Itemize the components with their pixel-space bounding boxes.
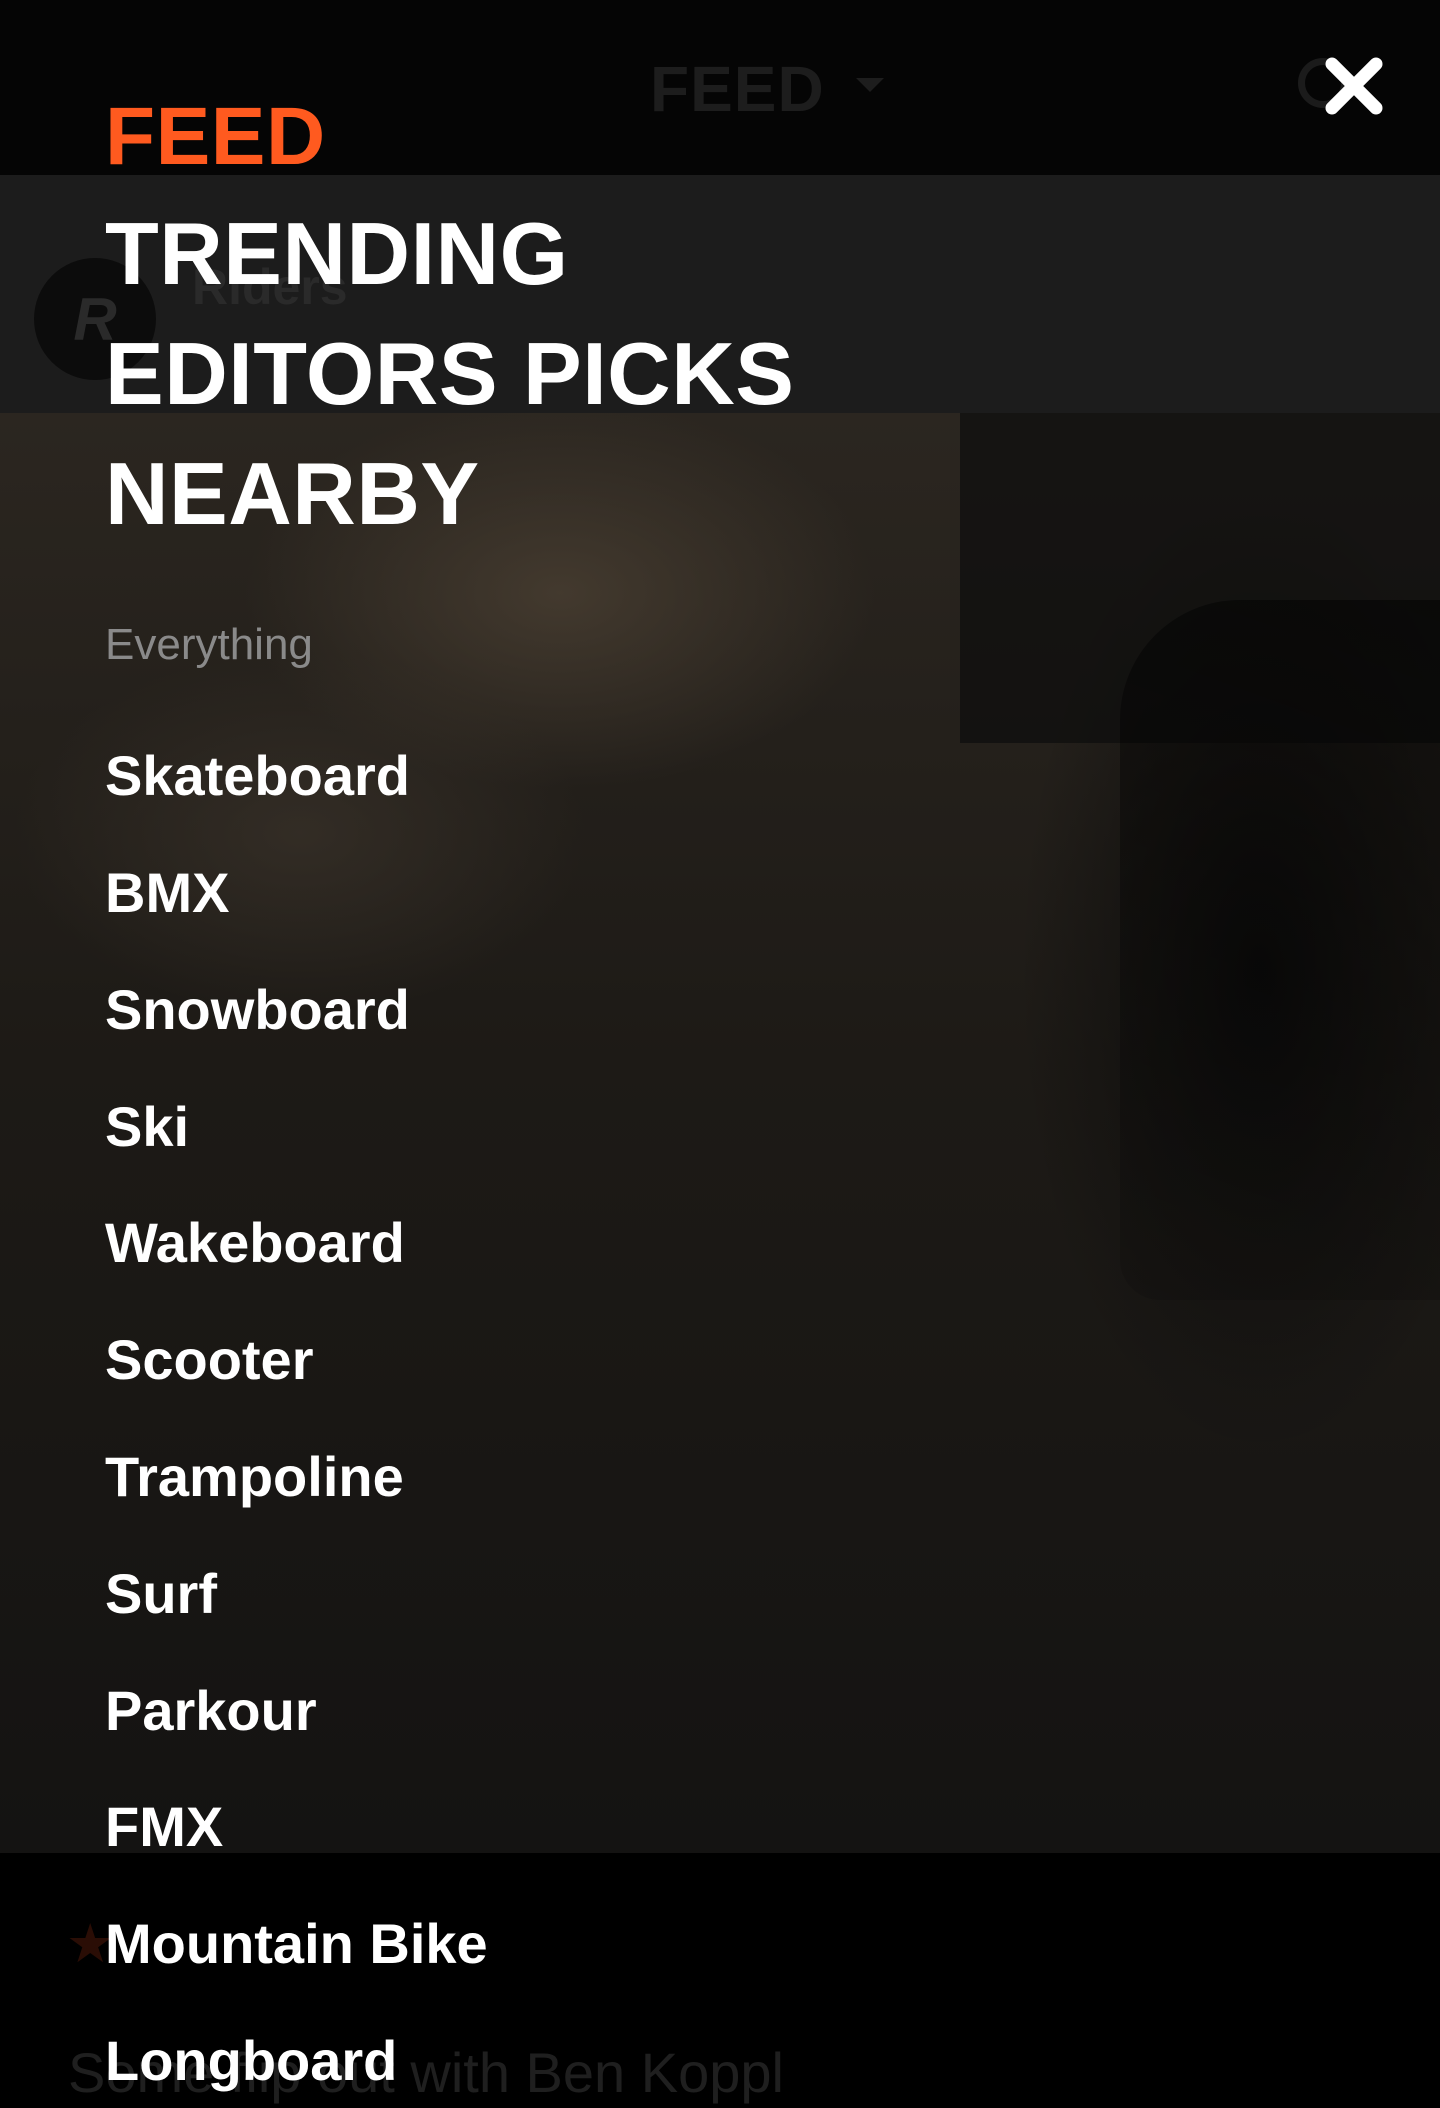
menu-item-trending[interactable]: TRENDING xyxy=(105,210,569,298)
menu-item-editors-picks[interactable]: EDITORS PICKS xyxy=(105,330,794,418)
category-surf[interactable]: Surf xyxy=(105,1566,217,1622)
category-scooter[interactable]: Scooter xyxy=(105,1332,314,1388)
section-label-everything[interactable]: Everything xyxy=(105,620,313,670)
category-trampoline[interactable]: Trampoline xyxy=(105,1449,404,1505)
category-bmx[interactable]: BMX xyxy=(105,865,229,921)
category-ski[interactable]: Ski xyxy=(105,1099,189,1155)
category-longboard[interactable]: Longboard xyxy=(105,2033,397,2089)
menu-item-feed[interactable]: FEED xyxy=(105,96,326,178)
category-mountain-bike[interactable]: Mountain Bike xyxy=(105,1916,488,1972)
category-fmx[interactable]: FMX xyxy=(105,1799,223,1855)
category-parkour[interactable]: Parkour xyxy=(105,1683,317,1739)
close-icon[interactable] xyxy=(1318,50,1390,122)
category-snowboard[interactable]: Snowboard xyxy=(105,982,410,1038)
feed-menu-overlay: FEED TRENDING EDITORS PICKS NEARBY Every… xyxy=(0,0,1440,2108)
category-skateboard[interactable]: Skateboard xyxy=(105,748,410,804)
category-wakeboard[interactable]: Wakeboard xyxy=(105,1215,405,1271)
menu-item-nearby[interactable]: NEARBY xyxy=(105,450,480,538)
